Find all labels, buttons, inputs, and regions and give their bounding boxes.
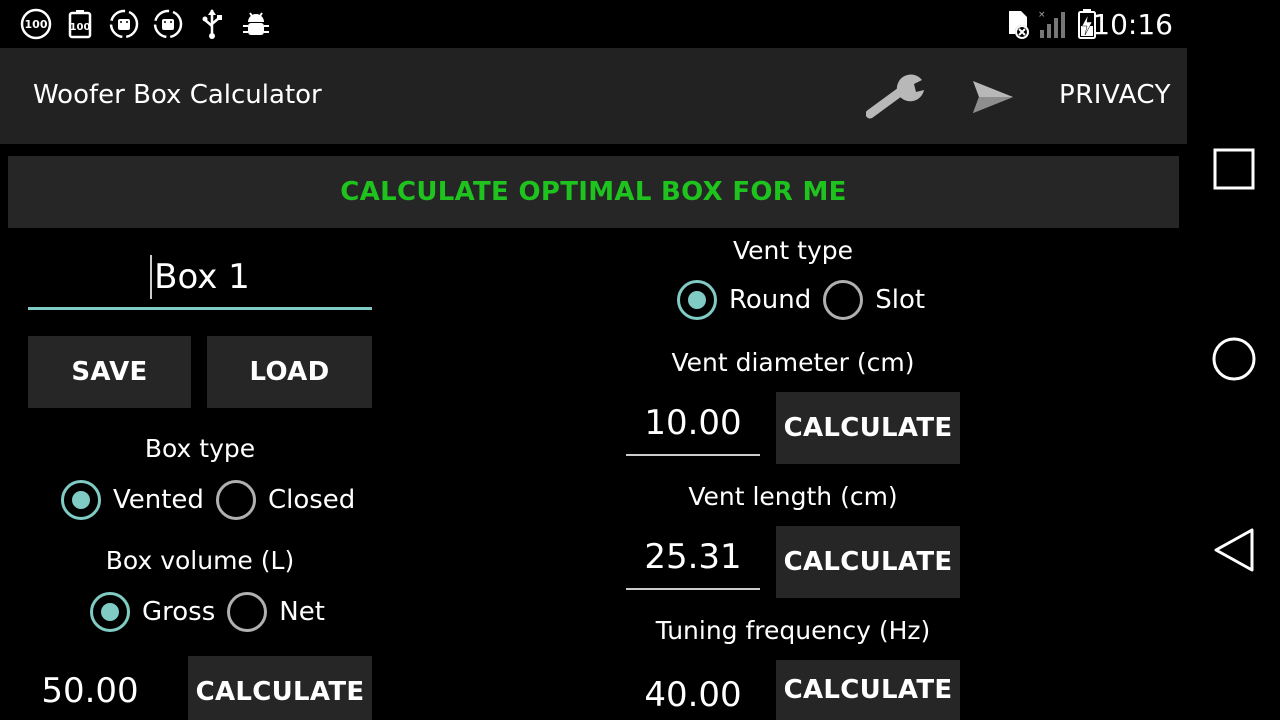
app-title: Woofer Box Calculator — [33, 80, 322, 110]
vent-type-radio-group: Round Slot — [677, 280, 937, 320]
calculate-volume-button[interactable]: CALCULATE — [188, 656, 372, 720]
radio-vented[interactable] — [61, 480, 101, 520]
radio-slot[interactable] — [823, 280, 864, 320]
load-button[interactable]: LOAD — [207, 336, 372, 408]
box-volume-radio-group: Gross Net — [90, 592, 337, 632]
box-volume-input[interactable]: 50.00 — [28, 660, 152, 720]
calculate-optimal-box-button[interactable]: CALCULATE OPTIMAL BOX FOR ME — [8, 156, 1179, 228]
box-name-value: Box 1 — [154, 256, 250, 297]
radio-gross-label: Gross — [142, 597, 216, 627]
radio-round-label: Round — [729, 285, 812, 315]
vent-length-input[interactable]: 25.31 — [626, 526, 760, 590]
save-button[interactable]: SAVE — [28, 336, 191, 408]
privacy-button[interactable]: PRIVACY — [1059, 80, 1171, 110]
signal-icon: × — [1036, 10, 1068, 38]
battery-100-icon: 100 — [66, 10, 94, 39]
status-bar: 100 100 × 10:16 — [0, 0, 1187, 48]
recents-icon[interactable] — [1210, 145, 1258, 193]
send-icon[interactable] — [962, 72, 1022, 122]
wrench-icon[interactable] — [866, 72, 926, 122]
clock: 10:16 — [1092, 8, 1173, 41]
svg-text:100: 100 — [70, 22, 91, 33]
calculate-diameter-button[interactable]: CALCULATE — [776, 392, 960, 464]
vent-diameter-input[interactable]: 10.00 — [626, 392, 760, 456]
radio-closed-label: Closed — [267, 485, 356, 515]
back-icon[interactable] — [1210, 526, 1258, 574]
usb-icon — [200, 9, 224, 39]
action-bar: Woofer Box Calculator PRIVACY — [0, 48, 1187, 144]
navigation-bar — [1187, 0, 1280, 720]
vent-diameter-label: Vent diameter (cm) — [671, 348, 915, 377]
android-sync-icon — [152, 9, 184, 39]
tuning-frequency-input[interactable]: 40.00 — [626, 664, 760, 720]
vent-type-label: Vent type — [733, 236, 853, 265]
tuning-frequency-label: Tuning frequency (Hz) — [655, 616, 931, 645]
box-type-label: Box type — [144, 434, 256, 463]
box-volume-label: Box volume (L) — [105, 546, 295, 575]
android-debug-icon — [240, 10, 272, 38]
calculate-tuning-button[interactable]: CALCULATE — [776, 660, 960, 720]
main-content: CALCULATE OPTIMAL BOX FOR ME Box 1 SAVE … — [0, 144, 1187, 720]
android-sync-icon — [108, 9, 140, 39]
radio-net[interactable] — [227, 592, 268, 632]
vent-length-label: Vent length (cm) — [688, 482, 898, 511]
box-name-input[interactable]: Box 1 — [28, 246, 372, 310]
radio-gross[interactable] — [90, 592, 130, 632]
sd-card-icon — [1004, 10, 1032, 39]
radio-round[interactable] — [677, 280, 717, 320]
battery-100-circle-icon: 100 — [20, 8, 52, 40]
svg-text:100: 100 — [25, 18, 48, 31]
text-caret — [150, 254, 153, 299]
home-icon[interactable] — [1210, 335, 1258, 383]
svg-text:×: × — [1038, 10, 1046, 20]
box-type-radio-group: Vented Closed — [61, 480, 367, 520]
radio-closed[interactable] — [215, 480, 256, 520]
radio-slot-label: Slot — [875, 285, 926, 315]
calculate-length-button[interactable]: CALCULATE — [776, 526, 960, 598]
radio-vented-label: Vented — [113, 485, 204, 515]
radio-net-label: Net — [279, 597, 325, 627]
